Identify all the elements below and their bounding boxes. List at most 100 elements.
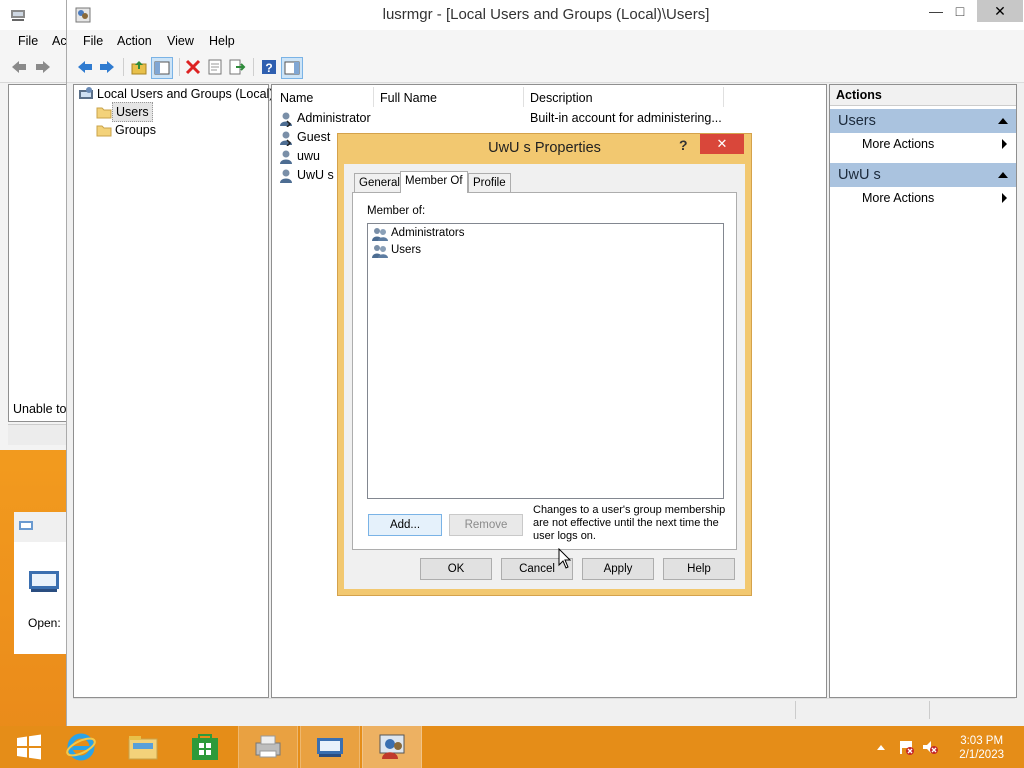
background-window-pane [8, 84, 67, 422]
up-folder-icon[interactable] [129, 57, 149, 77]
action-section-uwu-s[interactable]: UwU s [830, 163, 1016, 187]
run-program-icon [29, 571, 59, 592]
menu-view[interactable]: View [167, 34, 194, 48]
user-name: UwU s [297, 168, 334, 182]
remove-button[interactable]: Remove [449, 514, 523, 536]
help-button[interactable]: Help [663, 558, 735, 580]
start-icon[interactable] [0, 726, 58, 768]
menubar: File Action View Help [67, 30, 1024, 52]
action-center-flag-icon[interactable] [897, 739, 915, 755]
tree-root-label: Local Users and Groups (Local) [97, 87, 274, 101]
printer-app-icon[interactable] [238, 726, 298, 768]
volume-muted-icon[interactable] [921, 739, 939, 755]
user-icon [280, 112, 292, 127]
list-item[interactable]: Administrators [372, 225, 465, 242]
actions-header: Actions [830, 85, 1016, 106]
file-explorer-icon[interactable] [114, 726, 172, 768]
internet-explorer-icon[interactable] [52, 726, 110, 768]
tab-general[interactable]: General [354, 173, 405, 192]
apply-button[interactable]: Apply [582, 558, 654, 580]
member-of-page: Member of: Administrators Users Add... R… [352, 192, 737, 550]
dialog-help-icon[interactable]: ? [679, 137, 688, 153]
user-name: Guest [297, 130, 331, 144]
ok-button[interactable]: OK [420, 558, 492, 580]
menu-file[interactable]: File [18, 34, 38, 48]
back-icon[interactable] [75, 57, 95, 77]
tree-item-groups[interactable]: Groups [96, 121, 159, 139]
background-run-dialog[interactable]: Open: [14, 512, 66, 654]
toolbar: ? [67, 52, 1024, 83]
dialog-body: General Member Of Profile Member of: Adm… [344, 164, 745, 589]
user-icon [280, 131, 292, 146]
folder-icon [96, 125, 112, 137]
user-description: Built-in account for administering... [530, 111, 722, 125]
column-header-description[interactable]: Description [530, 89, 593, 107]
action-section-users[interactable]: Users [830, 109, 1016, 133]
run-open-label: Open: [28, 616, 61, 630]
lusrmgr-icon[interactable] [362, 726, 422, 768]
window-titlebar[interactable]: lusrmgr - [Local Users and Groups (Local… [67, 0, 1024, 30]
maximize-button[interactable]: □ [943, 0, 977, 22]
group-list[interactable]: Administrators Users [367, 223, 724, 499]
user-icon [280, 169, 292, 183]
tab-member-of[interactable]: Member Of [400, 171, 468, 193]
menu-file[interactable]: File [83, 34, 103, 48]
column-divider[interactable] [523, 87, 524, 107]
export-icon[interactable] [227, 57, 247, 77]
table-row[interactable]: UwU s [278, 166, 334, 185]
list-item[interactable]: Users [372, 242, 421, 259]
close-button[interactable]: ✕ [977, 0, 1023, 22]
tab-profile[interactable]: Profile [468, 173, 511, 192]
dialog-title: UwU s Properties [488, 140, 601, 156]
store-icon[interactable] [176, 726, 234, 768]
remote-app-icon[interactable] [300, 726, 360, 768]
menu-help[interactable]: Help [209, 34, 235, 48]
collapse-icon[interactable] [998, 172, 1008, 178]
delete-icon[interactable] [183, 57, 203, 77]
statusbar [73, 698, 1015, 721]
console-tree[interactable]: Local Users and Groups (Local) Users Gro… [73, 84, 273, 698]
background-window-toolbar [0, 52, 66, 83]
back-icon[interactable] [10, 58, 28, 76]
menu-action[interactable]: Ac [52, 34, 67, 48]
window-title: lusrmgr - [Local Users and Groups (Local… [382, 6, 710, 23]
table-row[interactable]: Guest [278, 128, 330, 147]
column-header-full-name[interactable]: Full Name [380, 89, 437, 107]
tree-item-label: Groups [115, 123, 156, 137]
column-divider[interactable] [373, 87, 374, 107]
show-hide-action-pane-icon[interactable] [281, 57, 303, 79]
show-hidden-icons-icon[interactable] [876, 743, 886, 751]
membership-note: Changes to a user's group membership are… [533, 504, 726, 542]
action-more-actions[interactable]: More Actions [830, 133, 1016, 155]
tree-root[interactable]: Local Users and Groups (Local) [78, 85, 276, 103]
toolbar-separator [253, 58, 254, 76]
action-section-title: UwU s [838, 167, 881, 183]
dialog-close-button[interactable]: ✕ [700, 134, 744, 154]
svg-text:?: ? [265, 61, 272, 75]
collapse-icon[interactable] [998, 118, 1008, 124]
forward-icon[interactable] [34, 58, 52, 76]
user-properties-dialog[interactable]: UwU s Properties ? ✕ General Member Of P… [337, 133, 752, 596]
background-window-menubar: File Ac [0, 30, 67, 52]
table-row[interactable]: uwu [278, 147, 320, 166]
action-more-actions[interactable]: More Actions [830, 187, 1016, 209]
system-clock[interactable]: 3:03 PM 2/1/2023 [959, 734, 1004, 762]
menu-action[interactable]: Action [117, 34, 152, 48]
submenu-arrow-icon [1002, 139, 1007, 149]
add-button[interactable]: Add... [368, 514, 442, 536]
toolbar-separator [179, 58, 180, 76]
local-users-groups-icon [79, 87, 93, 99]
show-hide-tree-icon[interactable] [151, 57, 173, 79]
status-divider [929, 701, 930, 719]
tree-item-label: Users [112, 102, 153, 122]
background-window[interactable]: File Ac Unable to [0, 0, 67, 450]
member-of-label: Member of: [367, 205, 426, 217]
column-divider[interactable] [723, 87, 724, 107]
submenu-arrow-icon [1002, 193, 1007, 203]
properties-icon[interactable] [205, 57, 225, 77]
tree-item-users[interactable]: Users [96, 102, 153, 122]
help-icon[interactable]: ? [259, 57, 279, 77]
column-header-name[interactable]: Name [280, 89, 313, 107]
table-row[interactable]: Administrator Built-in account for admin… [278, 109, 722, 128]
forward-icon[interactable] [97, 57, 117, 77]
